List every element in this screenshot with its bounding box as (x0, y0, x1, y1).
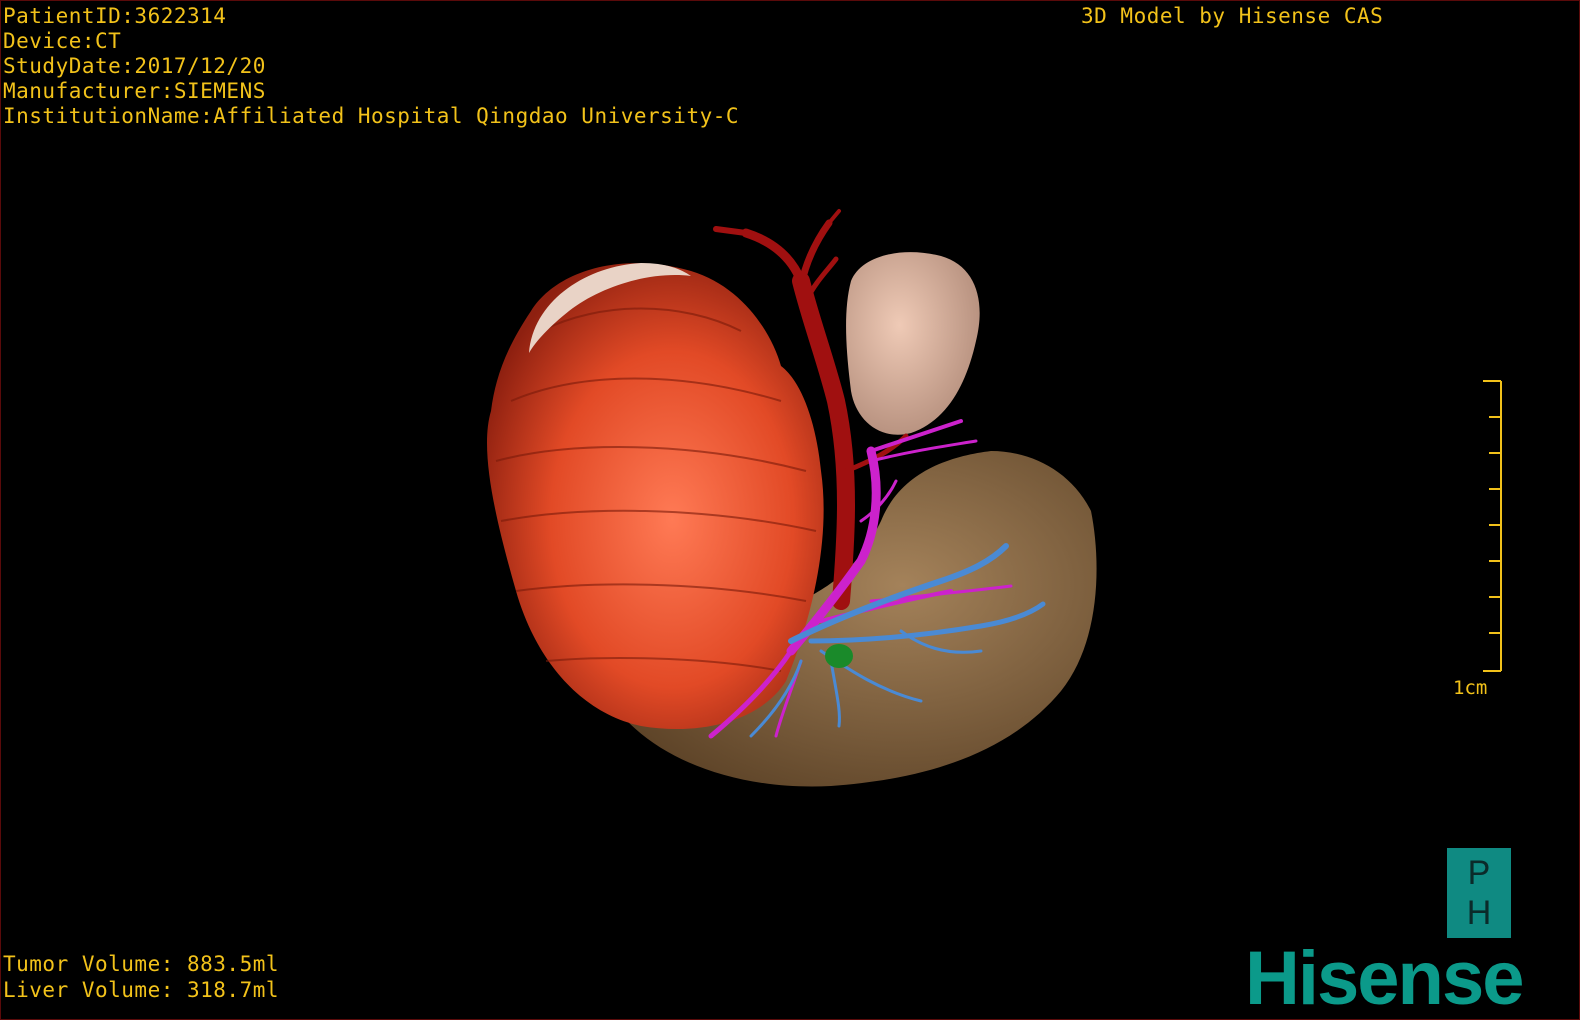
viewer-window: PatientID:3622314 Device:CT StudyDate:20… (0, 0, 1580, 1020)
dicom-info-overlay: PatientID:3622314 Device:CT StudyDate:20… (3, 4, 739, 129)
scale-bar (1483, 380, 1502, 672)
hisense-logo: Hisense (1245, 936, 1524, 1020)
volume-readout: Tumor Volume: 883.5ml Liver Volume: 318.… (3, 951, 279, 1003)
liver-volume-label: Liver Volume: 318.7ml (3, 978, 280, 1002)
patient-id-label: PatientID:3622314 (3, 4, 227, 28)
model-credit-label: 3D Model by Hisense CAS (1081, 4, 1384, 28)
tumor-volume-label: Tumor Volume: 883.5ml (3, 952, 280, 976)
device-label: Device:CT (3, 29, 122, 53)
institution-label: InstitutionName:Affiliated Hospital Qing… (3, 104, 740, 128)
scale-label: 1cm (1453, 677, 1488, 699)
kidney-model[interactable] (846, 252, 980, 435)
ph-badge-top: P (1467, 854, 1491, 892)
manufacturer-label: Manufacturer:SIEMENS (3, 79, 266, 103)
ph-badge-logo: P H (1447, 848, 1511, 938)
3d-model-viewport[interactable] (1, 1, 1580, 1020)
study-date-label: StudyDate:2017/12/20 (3, 54, 266, 78)
gallbladder-model[interactable] (825, 644, 853, 668)
ph-badge-bottom: H (1466, 894, 1492, 932)
